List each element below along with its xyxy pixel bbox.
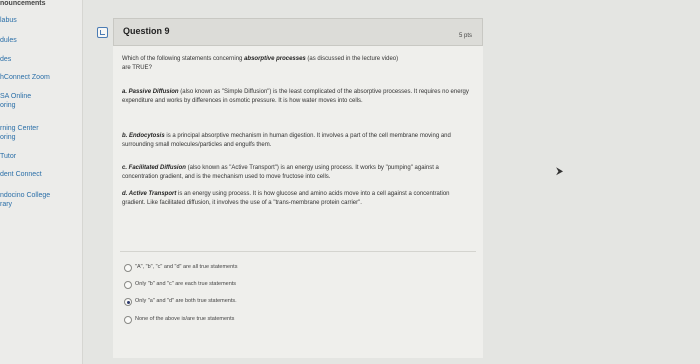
- prompt-emphasis: absorptive processes: [244, 56, 306, 62]
- course-navigation: nouncements labus dules des hConnect Zoo…: [0, 0, 83, 364]
- answer-option[interactable]: Only "b" and "c" are each true statement…: [124, 278, 344, 290]
- statement-b-text: is a principal absorptive mechanism in h…: [122, 133, 451, 148]
- question-points: 5 pts: [458, 33, 472, 39]
- nav-student-connect[interactable]: dent Connect: [0, 171, 42, 179]
- nav-grades[interactable]: des: [0, 56, 11, 64]
- statement-a-lead: a. Passive Diffusion: [122, 89, 179, 95]
- radio-button[interactable]: [124, 281, 132, 289]
- answer-label: Only "b" and "c" are each true statement…: [135, 281, 237, 287]
- statement-c: c. Facilitated Diffusion (also known as …: [122, 164, 470, 181]
- answer-label: "A", "b", "c" and "d" are all true state…: [135, 264, 238, 270]
- radio-button[interactable]: [124, 264, 132, 272]
- answer-option[interactable]: "A", "b", "c" and "d" are all true state…: [124, 261, 344, 273]
- question-prompt: Which of the following statements concer…: [122, 55, 462, 72]
- answer-option-selected[interactable]: Only "a" and "d" are both true statement…: [124, 295, 344, 307]
- statement-d: d. Active Transport is an energy using p…: [122, 190, 470, 207]
- nav-learning-center-2[interactable]: oring: [0, 134, 16, 142]
- nav-tutor[interactable]: Tutor: [0, 153, 16, 161]
- nav-connect-zoom[interactable]: hConnect Zoom: [0, 74, 50, 82]
- statement-d-lead: d. Active Transport: [122, 191, 177, 197]
- nav-library[interactable]: rary: [0, 201, 12, 209]
- answer-label: None of the above is/are true statements: [135, 316, 235, 322]
- prompt-text-3: are TRUE?: [122, 64, 152, 71]
- nav-mendocino-college[interactable]: ndocino College: [0, 192, 50, 200]
- prompt-text-2: (as discussed in the lecture video): [305, 56, 399, 62]
- nav-syllabus[interactable]: labus: [0, 17, 17, 25]
- nav-announcements[interactable]: nouncements: [0, 0, 46, 8]
- nav-learning-center[interactable]: rning Center: [0, 125, 39, 133]
- question-header: Question 9 5 pts: [113, 18, 483, 46]
- answer-label: Only "a" and "d" are both true statement…: [135, 298, 237, 304]
- flag-question-icon[interactable]: [97, 27, 108, 38]
- nav-online-tutoring[interactable]: SA Online: [0, 93, 31, 101]
- statement-c-lead: c. Facilitated Diffusion: [122, 165, 186, 171]
- nav-online-tutoring-2[interactable]: oring: [0, 102, 16, 110]
- statement-b: b. Endocytosis is a principal absorptive…: [122, 132, 470, 149]
- radio-button[interactable]: [124, 316, 132, 324]
- question-title: Question 9: [123, 26, 170, 36]
- answer-divider: [120, 251, 476, 252]
- answer-option[interactable]: None of the above is/are true statements: [124, 313, 344, 325]
- nav-modules[interactable]: dules: [0, 37, 17, 45]
- statement-b-lead: b. Endocytosis: [122, 133, 165, 139]
- statement-a: a. Passive Diffusion (also known as "Sim…: [122, 88, 470, 105]
- mouse-cursor-icon: ⮞: [556, 166, 564, 177]
- prompt-text: Which of the following statements concer…: [122, 56, 245, 62]
- radio-button-selected[interactable]: [124, 298, 132, 306]
